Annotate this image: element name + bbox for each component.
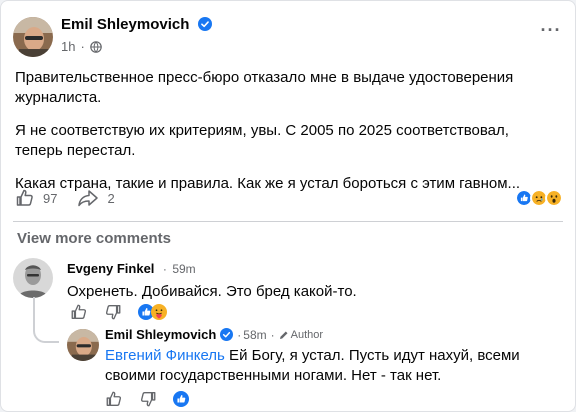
comment-author[interactable]: Evgeny Finkel	[67, 261, 154, 276]
wow-reaction-icon	[545, 189, 563, 207]
commenter-avatar[interactable]	[13, 258, 53, 298]
comment-actions	[70, 303, 167, 321]
dislike-icon[interactable]	[139, 390, 157, 408]
author-pen-icon	[279, 331, 288, 339]
comment-time[interactable]: 59m	[172, 262, 195, 276]
author-badge-label: Author	[290, 328, 324, 341]
like-count[interactable]: 97	[43, 191, 57, 206]
mention-link[interactable]: Евгений Финкель	[105, 347, 225, 364]
reply-comment: Emil Shleymovich · 58m · Author Евгений …	[105, 327, 535, 386]
reply-actions	[105, 390, 189, 408]
more-options-icon[interactable]: ···	[537, 21, 565, 47]
post-meta: 1h ·	[61, 39, 102, 54]
dislike-icon[interactable]	[104, 303, 122, 321]
like-icon[interactable]	[105, 390, 123, 408]
comment-reactions[interactable]	[138, 304, 167, 320]
like-reaction-icon[interactable]	[173, 391, 189, 407]
care-reaction-icon	[151, 304, 167, 320]
verified-badge-icon	[220, 328, 234, 341]
verified-badge-icon	[197, 17, 212, 31]
author-avatar[interactable]	[13, 17, 53, 57]
post-author-name[interactable]: Emil Shleymovich	[61, 16, 189, 33]
comment-text: Охренеть. Добивайся. Это бред какой-то.	[67, 283, 357, 300]
reply-thread-line	[33, 297, 59, 343]
view-more-comments-link[interactable]: View more comments	[17, 230, 171, 247]
reply-author-avatar[interactable]	[67, 329, 99, 361]
share-icon	[78, 190, 99, 207]
divider	[13, 221, 563, 222]
post-card: Emil Shleymovich 1h · ··· Правительствен…	[0, 0, 576, 412]
like-button[interactable]: 97	[15, 188, 57, 208]
globe-icon	[90, 40, 102, 53]
post-body: Правительственное пресс-бюро отказало мн…	[15, 68, 555, 207]
share-count[interactable]: 2	[107, 191, 114, 206]
post-author[interactable]: Emil Shleymovich	[61, 16, 212, 33]
author-badge: Author	[279, 329, 323, 341]
like-icon	[16, 189, 33, 206]
post-paragraph: Я не соответствую их критериям, увы. С 2…	[15, 122, 509, 159]
share-button[interactable]: 2	[77, 188, 115, 208]
comment: Evgeny Finkel · 59m Охренеть. Добивайся.…	[67, 261, 357, 300]
post-time[interactable]: 1h	[61, 39, 75, 54]
like-icon[interactable]	[70, 303, 88, 321]
post-paragraph: Правительственное пресс-бюро отказало мн…	[15, 69, 514, 106]
reply-text: Евгений Финкель Ей Богу, я устал. Пусть …	[105, 346, 535, 386]
reaction-summary[interactable]	[515, 189, 563, 207]
reply-author[interactable]: Emil Shleymovich	[105, 327, 216, 342]
reply-time[interactable]: 58m	[243, 328, 266, 342]
post-actions: 97 2	[15, 188, 115, 208]
